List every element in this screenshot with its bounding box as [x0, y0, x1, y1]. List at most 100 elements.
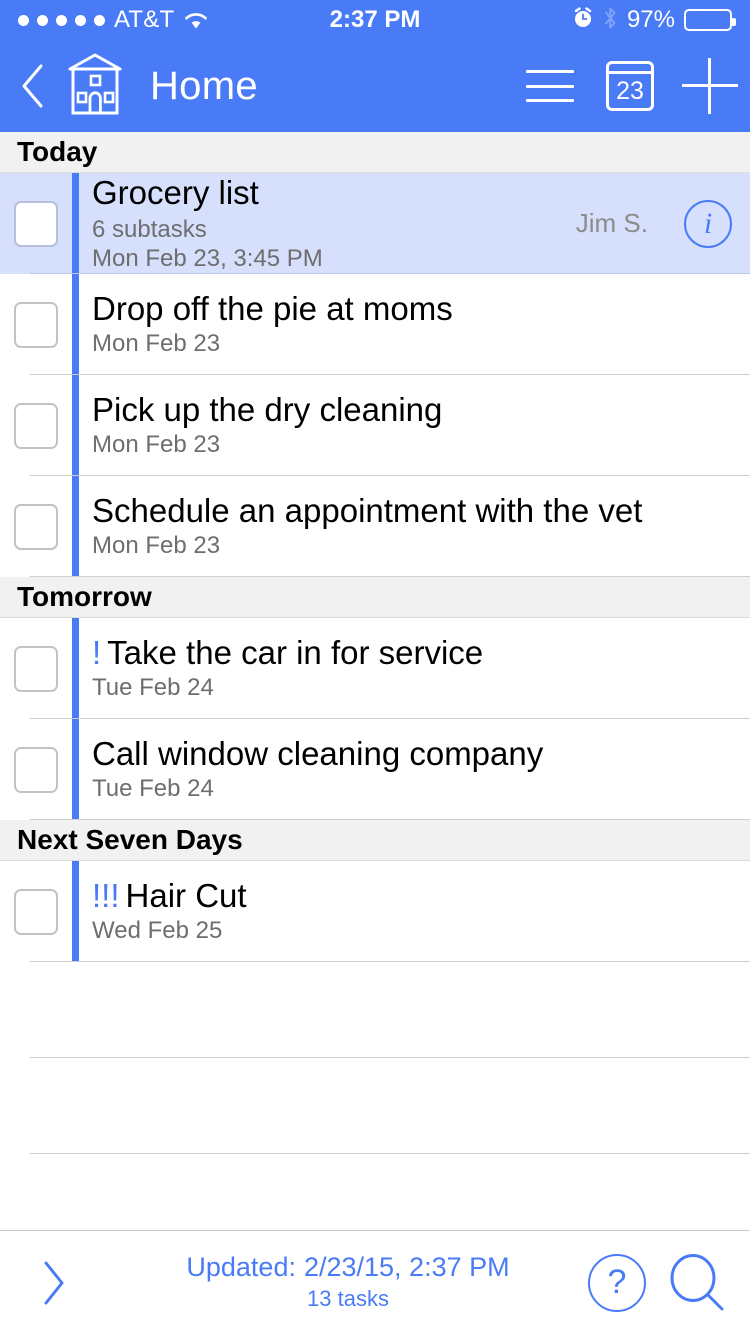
task-checkbox-cell[interactable]	[0, 719, 72, 820]
battery-percent-label: 97%	[626, 6, 675, 33]
task-title-text: Pick up the dry cleaning	[92, 391, 443, 429]
task-assignee: Jim S.	[575, 208, 648, 238]
sync-status: Updated: 2/23/15, 2:37 PM 13 tasks	[108, 1252, 588, 1312]
battery-icon	[684, 9, 736, 31]
back-button[interactable]	[6, 63, 60, 109]
add-task-button[interactable]	[670, 40, 750, 132]
task-checkbox[interactable]	[14, 301, 58, 348]
footer-actions: ?	[588, 1252, 750, 1314]
task-row[interactable]: Call window cleaning company Tue Feb 24	[0, 719, 750, 820]
task-priority-flag: !	[92, 634, 102, 672]
task-title-text: Grocery list	[92, 173, 259, 211]
task-row[interactable]: Grocery list 6 subtasks Mon Feb 23, 3:45 P…	[0, 173, 750, 274]
task-checkbox-cell[interactable]	[0, 861, 72, 962]
task-title: Pick up the dry cleaning	[92, 391, 750, 429]
task-checkbox[interactable]	[14, 503, 58, 550]
task-row[interactable]: Schedule an appointment with the vet Mon …	[0, 476, 750, 577]
bottom-toolbar: Updated: 2/23/15, 2:37 PM 13 tasks ?	[0, 1230, 750, 1334]
task-color-bar	[72, 274, 79, 375]
task-content: Drop off the pie at moms Mon Feb 23	[79, 274, 750, 375]
search-icon	[670, 1253, 724, 1310]
task-row[interactable]: !!! Hair Cut Wed Feb 25	[0, 861, 750, 962]
task-color-bar	[72, 375, 79, 476]
task-content: ! Take the car in for service Tue Feb 24	[79, 618, 750, 719]
house-icon[interactable]	[62, 51, 128, 122]
task-color-bar	[72, 861, 79, 962]
task-content: Pick up the dry cleaning Mon Feb 23	[79, 375, 750, 476]
task-title-text: Hair Cut	[125, 877, 247, 915]
section-header: Tomorrow	[0, 577, 750, 618]
calendar-icon: 23	[606, 61, 654, 111]
task-due-date: Tue Feb 24	[92, 674, 214, 702]
task-checkbox[interactable]	[14, 200, 58, 247]
updated-label: Updated:	[186, 1252, 296, 1283]
empty-row	[0, 1058, 750, 1154]
status-bar-right: 97%	[572, 6, 736, 35]
task-count-label: 13 tasks	[307, 1285, 389, 1311]
task-checkbox-cell[interactable]	[0, 375, 72, 476]
section-header: Next Seven Days	[0, 820, 750, 861]
task-row-accessories: Jim S. i	[576, 173, 750, 274]
calendar-day-label: 23	[616, 77, 644, 105]
task-color-bar	[72, 618, 79, 719]
help-circle-icon: ?	[607, 1263, 627, 1301]
task-due-date: Mon Feb 23	[92, 431, 221, 459]
task-list[interactable]: Today Grocery list 6 subtasks Mon Feb 23, 3…	[0, 132, 750, 1230]
task-info-button[interactable]: i	[684, 199, 732, 248]
task-title-text: Call window cleaning company	[92, 735, 544, 773]
help-button[interactable]: ?	[588, 1253, 646, 1312]
task-checkbox-cell[interactable]	[0, 476, 72, 577]
hamburger-menu-button[interactable]	[510, 40, 590, 132]
task-checkbox-cell[interactable]	[0, 173, 72, 274]
alarm-clock-icon	[572, 6, 594, 34]
section-header: Today	[0, 132, 750, 173]
chevron-right-icon	[44, 1261, 64, 1304]
task-title: Drop off the pie at moms	[92, 290, 750, 328]
empty-row	[0, 1154, 750, 1230]
bluetooth-icon	[603, 6, 618, 35]
task-title: Call window cleaning company	[92, 735, 750, 773]
task-title-text: Take the car in for service	[107, 634, 484, 672]
task-title-text: Drop off the pie at moms	[92, 290, 453, 328]
task-checkbox-cell[interactable]	[0, 274, 72, 375]
row-separator	[30, 576, 750, 577]
task-title: ! Take the car in for service	[92, 634, 750, 672]
calendar-button[interactable]: 23	[590, 40, 670, 132]
navigation-bar: Home 23	[0, 40, 750, 132]
task-content: !!! Hair Cut Wed Feb 25	[79, 861, 750, 962]
task-title-text: Schedule an appointment with the vet	[92, 492, 643, 530]
task-title: !!! Hair Cut	[92, 877, 750, 915]
task-due-date: Mon Feb 23	[92, 532, 221, 560]
task-row[interactable]: Pick up the dry cleaning Mon Feb 23	[0, 375, 750, 476]
expand-button[interactable]	[0, 1259, 108, 1307]
task-priority-flag: !!!	[92, 877, 120, 915]
task-content: Schedule an appointment with the vet Mon …	[79, 476, 750, 577]
updated-line: Updated: 2/23/15, 2:37 PM	[108, 1252, 588, 1283]
task-due-date: Mon Feb 23	[92, 330, 221, 358]
row-separator	[30, 819, 750, 820]
task-due-date: Tue Feb 24	[92, 775, 214, 803]
page-title: Home	[150, 63, 258, 108]
task-color-bar	[72, 173, 79, 274]
back-chevron-icon	[22, 64, 43, 108]
task-row[interactable]: Drop off the pie at moms Mon Feb 23	[0, 274, 750, 375]
search-button[interactable]	[666, 1252, 728, 1314]
hamburger-menu-icon	[526, 70, 574, 102]
task-checkbox[interactable]	[14, 402, 58, 449]
task-content: Call window cleaning company Tue Feb 24	[79, 719, 750, 820]
plus-icon	[682, 58, 738, 114]
task-color-bar	[72, 719, 79, 820]
app-root: AT&T 2:37 PM 97% Home 23 Today Grocery l…	[0, 0, 750, 1334]
task-due-date: Wed Feb 25	[92, 917, 223, 945]
task-color-bar	[72, 476, 79, 577]
task-title: Schedule an appointment with the vet	[92, 492, 750, 530]
task-checkbox[interactable]	[14, 746, 58, 793]
updated-timestamp: 2/23/15, 2:37 PM	[303, 1252, 510, 1283]
task-checkbox-cell[interactable]	[0, 618, 72, 719]
nav-bar-actions: 23	[510, 40, 750, 132]
empty-row	[0, 962, 750, 1058]
task-checkbox[interactable]	[14, 888, 58, 935]
task-row[interactable]: ! Take the car in for service Tue Feb 24	[0, 618, 750, 719]
task-checkbox[interactable]	[14, 645, 58, 692]
status-bar: AT&T 2:37 PM 97%	[0, 0, 750, 40]
